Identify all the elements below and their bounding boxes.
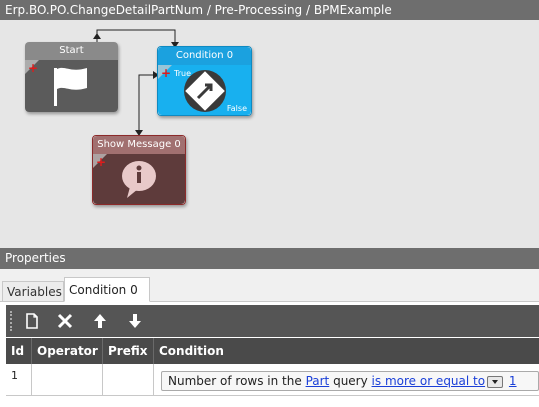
toolbar-grip[interactable] (10, 311, 14, 331)
start-node-label: Start (25, 42, 118, 60)
column-header-id[interactable]: Id (6, 338, 32, 364)
condition-text-middle: query (329, 374, 372, 388)
new-icon (26, 313, 38, 329)
column-header-prefix[interactable]: Prefix (103, 338, 154, 364)
start-node[interactable]: Start + (25, 42, 118, 112)
properties-header: Properties (0, 248, 539, 269)
window-title: Erp.BO.PO.ChangeDetailPartNum / Pre-Proc… (0, 0, 539, 20)
condition-part-link[interactable]: Part (306, 374, 330, 388)
show-message-node-label: Show Message 0 (93, 136, 185, 154)
condition-operator-link[interactable]: is more or equal to (372, 374, 486, 388)
condition-expression: Number of rows in the Part query is more… (161, 371, 539, 391)
condition-node[interactable]: Condition 0 + True False (157, 46, 252, 116)
tab-condition-0[interactable]: Condition 0 (64, 277, 150, 302)
delete-row-button[interactable] (53, 309, 77, 333)
table-row[interactable]: 1 Number of rows in the Part query is mo… (6, 364, 539, 396)
cell-prefix[interactable] (103, 364, 154, 396)
show-message-node[interactable]: Show Message 0 + (92, 135, 186, 205)
workflow-canvas[interactable]: Start + Condition 0 + True False Show Me… (0, 20, 539, 248)
properties-tabs: Variables Condition 0 (0, 269, 539, 302)
column-header-operator[interactable]: Operator (32, 338, 103, 364)
info-bubble-icon (122, 161, 156, 198)
cell-operator[interactable] (32, 364, 103, 396)
move-down-button[interactable] (123, 309, 147, 333)
condition-to-message-connector (138, 74, 157, 135)
move-up-icon (94, 314, 106, 328)
move-up-button[interactable] (88, 309, 112, 333)
tab-variables[interactable]: Variables (2, 281, 64, 301)
new-row-button[interactable] (20, 309, 44, 333)
move-down-icon (129, 314, 141, 328)
condition-text-before: Number of rows in the (168, 374, 306, 388)
condition-node-label: Condition 0 (158, 47, 251, 65)
chevron-down-icon[interactable] (487, 375, 504, 388)
diamond-arrow-icon (184, 70, 226, 112)
grid-header: Id Operator Prefix Condition (6, 338, 539, 364)
condition-value-link[interactable]: 1 (509, 374, 517, 388)
flag-icon (54, 67, 87, 106)
column-header-condition[interactable]: Condition (154, 338, 539, 364)
cell-id: 1 (6, 364, 32, 396)
connector-arrowhead-up (93, 33, 101, 39)
grid-toolbar (6, 305, 539, 337)
delete-icon (57, 313, 73, 329)
